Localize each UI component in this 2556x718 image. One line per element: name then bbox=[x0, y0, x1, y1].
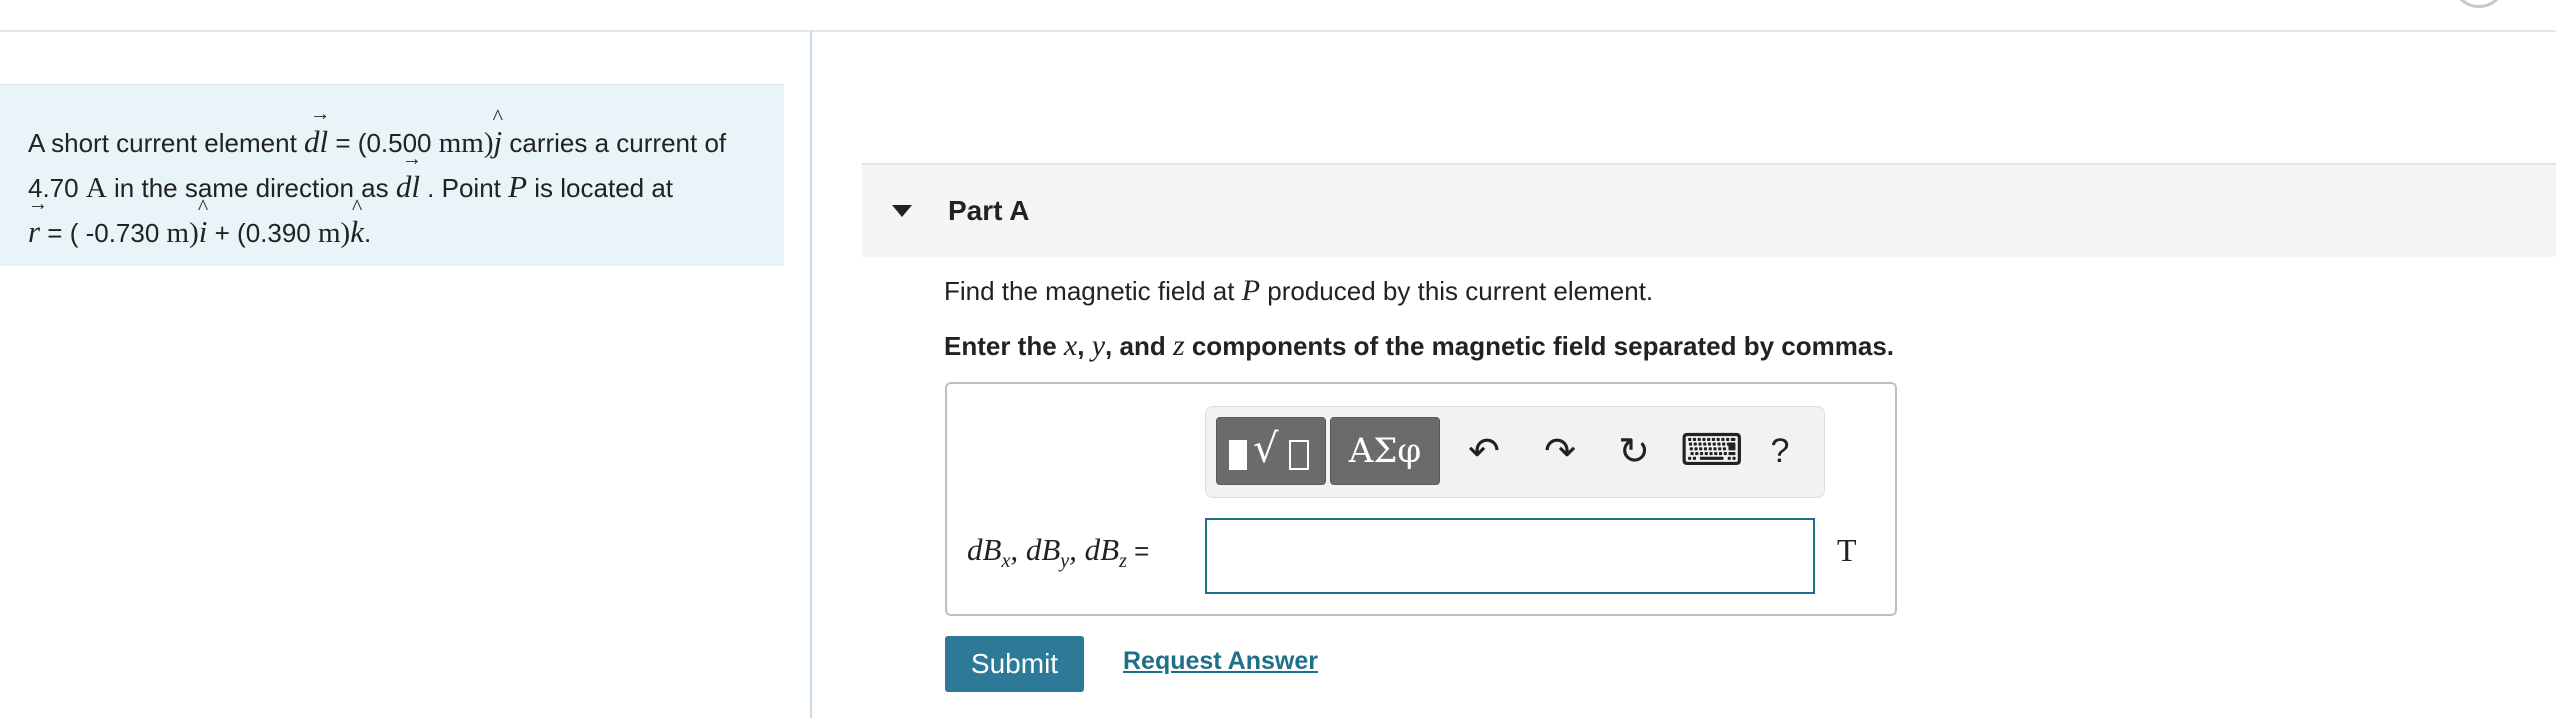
point-label: P bbox=[508, 169, 528, 204]
part-title: Part A bbox=[948, 195, 1030, 226]
answer-label: dBx, dBy, dBz = bbox=[967, 532, 1150, 573]
r-vector: r → bbox=[28, 193, 49, 249]
var-x: x bbox=[1063, 329, 1078, 362]
problem-text: carries a current of bbox=[502, 128, 727, 158]
reset-icon[interactable]: ↻ bbox=[1606, 421, 1662, 481]
help-button[interactable]: ? bbox=[1752, 421, 1808, 481]
unit-vector-j: j ^ bbox=[492, 104, 504, 160]
label-dbz: dBz bbox=[1084, 532, 1127, 573]
problem-text: = ( -0.730 bbox=[40, 218, 167, 248]
problem-text: + (0.390 bbox=[207, 218, 318, 248]
dl-vector: dl → bbox=[304, 103, 331, 159]
keyboard-icon[interactable]: ⌨ bbox=[1680, 421, 1744, 481]
undo-icon[interactable]: ↶ bbox=[1456, 421, 1512, 481]
unit-vector-k: k ^ bbox=[350, 194, 364, 250]
answer-instruction: Enter the x, y, and z components of the … bbox=[944, 329, 1895, 362]
problem-text: A short current element bbox=[28, 128, 305, 158]
greek-symbols-button[interactable]: ΑΣφ bbox=[1330, 417, 1440, 485]
problem-text: = (0.500 bbox=[328, 128, 439, 158]
question-prompt: Find the magnetic field at P produced by… bbox=[944, 274, 1654, 307]
unit-vector-i: i ^ bbox=[197, 194, 209, 250]
label-dby: dBy bbox=[1025, 532, 1070, 573]
units-button[interactable]: T bbox=[1837, 532, 1857, 569]
label-dbx: dBx bbox=[967, 532, 1011, 573]
answer-input[interactable] bbox=[1205, 518, 1815, 594]
dl-vector: dl → bbox=[395, 148, 422, 204]
redo-icon[interactable]: ↷ bbox=[1532, 421, 1588, 481]
column-divider bbox=[810, 30, 812, 718]
var-y: y bbox=[1091, 329, 1106, 362]
part-a-header[interactable]: Part A bbox=[862, 163, 2556, 257]
problem-text: is located at bbox=[527, 173, 674, 203]
problem-statement: A short current element dl → = (0.500 mm)… bbox=[0, 84, 784, 266]
unit: m bbox=[317, 217, 341, 249]
problem-text: . Point bbox=[419, 173, 509, 203]
top-divider bbox=[0, 30, 2556, 32]
var-z: z bbox=[1172, 329, 1185, 362]
request-answer-link[interactable]: Request Answer bbox=[1123, 647, 1318, 676]
collapse-caret-icon[interactable] bbox=[892, 205, 912, 217]
math-toolbar: √ ΑΣφ ↶ ↷ ↻ ⌨ ? bbox=[1205, 406, 1825, 498]
unit: A bbox=[85, 172, 107, 204]
unit: m bbox=[166, 217, 190, 249]
unit: mm bbox=[438, 127, 484, 159]
submit-button[interactable]: Submit bbox=[945, 636, 1084, 692]
answer-panel: √ ΑΣφ ↶ ↷ ↻ ⌨ ? dBx, dBy, dBz = T bbox=[945, 382, 1897, 616]
user-avatar-circle[interactable] bbox=[2452, 0, 2506, 8]
templates-icon bbox=[1229, 440, 1247, 470]
templates-button[interactable]: √ bbox=[1216, 417, 1326, 485]
point-label: P bbox=[1241, 274, 1261, 307]
